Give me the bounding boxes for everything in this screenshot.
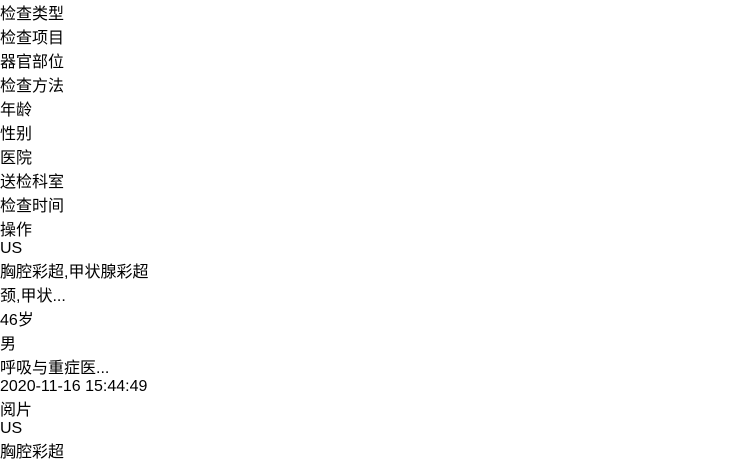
cell-exam-type: US xyxy=(0,420,750,438)
view-image-link[interactable]: 阅片 xyxy=(0,402,32,419)
col-header-method: 检查方法 xyxy=(0,72,750,96)
col-header-exam-item: 检查项目 xyxy=(0,24,750,48)
col-header-gender: 性别 xyxy=(0,120,750,144)
cell-exam-time: 2020-11-16 15:44:49 xyxy=(0,378,750,396)
col-header-organ: 器官部位 xyxy=(0,48,750,72)
col-header-exam-type: 检查类型 xyxy=(0,0,750,24)
cell-gender: 男 xyxy=(0,330,750,354)
col-header-action: 操作 xyxy=(0,216,750,240)
col-header-exam-time[interactable]: 检查时间 xyxy=(0,192,750,216)
cell-age: 46岁 xyxy=(0,306,750,330)
col-header-hospital: 医院 xyxy=(0,144,750,168)
cell-exam-item: 胸腔彩超,甲状腺彩超 xyxy=(0,258,750,282)
cell-exam-type: US xyxy=(0,240,750,258)
table-body: US 胸腔彩超,甲状腺彩超 颈,甲状... 46岁 男 呼吸与重症医... 20… xyxy=(0,240,750,462)
table-row: US 胸腔彩超,甲状腺彩超 颈,甲状... 46岁 男 呼吸与重症医... 20… xyxy=(0,240,750,420)
cell-exam-item: 胸腔彩超 xyxy=(0,438,750,462)
col-header-department: 送检科室 xyxy=(0,168,750,192)
table-header-row: 检查类型 检查项目 器官部位 检查方法 年龄 性别 医院 送检科室 检查时间 操… xyxy=(0,0,750,240)
cell-action: 阅片 xyxy=(0,396,750,420)
exam-list-screen: 检查类型 检查项目 器官部位 检查方法 年龄 性别 医院 送检科室 检查时间 操… xyxy=(0,0,750,462)
exam-time-label: 检查时间 xyxy=(0,198,64,215)
table-row: US 胸腔彩超 肺 57岁 男 呼吸与重症医... 2020-11-25 13:… xyxy=(0,420,750,462)
cell-organ: 颈,甲状... xyxy=(0,282,750,306)
col-header-age: 年龄 xyxy=(0,96,750,120)
cell-department: 呼吸与重症医... xyxy=(0,354,750,378)
